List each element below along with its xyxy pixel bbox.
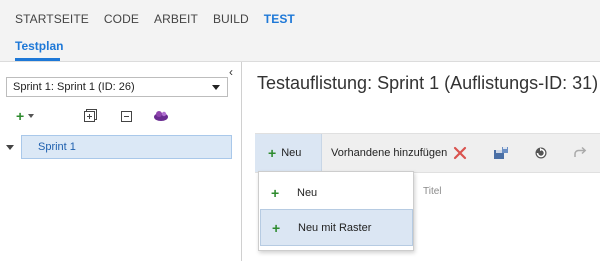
add-existing-button[interactable]: Vorhandene hinzufügen bbox=[331, 147, 447, 159]
tab-code[interactable]: CODE bbox=[104, 12, 139, 26]
chevron-down-icon bbox=[28, 114, 35, 118]
add-icon: + bbox=[16, 108, 25, 124]
tree-toolbar: + bbox=[0, 107, 240, 127]
collapse-all-icon bbox=[121, 110, 132, 122]
collapse-all-button[interactable] bbox=[121, 107, 132, 125]
column-header-title[interactable]: Titel bbox=[423, 186, 442, 197]
chevron-left-icon[interactable]: ‹ bbox=[229, 65, 233, 79]
sprint-select[interactable]: Sprint 1: Sprint 1 (ID: 26) bbox=[6, 77, 228, 97]
tab-arbeit[interactable]: ARBEIT bbox=[154, 12, 198, 26]
refresh-icon[interactable] bbox=[532, 144, 550, 162]
add-icon: + bbox=[271, 185, 280, 201]
expand-all-button[interactable] bbox=[84, 107, 95, 125]
menu-item-new[interactable]: + Neu bbox=[260, 175, 413, 212]
save-icon[interactable] bbox=[492, 144, 510, 162]
new-dropdown-menu: + Neu + Neu mit Raster bbox=[258, 171, 414, 251]
main-tabs: STARTSEITE CODE ARBEIT BUILD TEST bbox=[15, 12, 310, 26]
suite-options-button[interactable] bbox=[153, 107, 169, 125]
subtab-testplan[interactable]: Testplan bbox=[15, 39, 63, 53]
suite-options-icon bbox=[154, 111, 168, 121]
tree-node-label: Sprint 1 bbox=[38, 141, 76, 153]
tab-test[interactable]: TEST bbox=[264, 12, 295, 26]
add-icon: + bbox=[268, 145, 277, 161]
content-toolbar: + Neu Vorhandene hinzufügen bbox=[255, 133, 600, 173]
tree-node-sprint-1[interactable]: Sprint 1 bbox=[21, 135, 232, 159]
delete-icon[interactable] bbox=[451, 144, 469, 162]
sprint-select-value: Sprint 1: Sprint 1 (ID: 26) bbox=[13, 81, 135, 93]
redo-icon[interactable] bbox=[571, 144, 589, 162]
subtab-active-indicator bbox=[15, 58, 60, 61]
add-icon: + bbox=[272, 220, 281, 236]
page-title: Testauflistung: Sprint 1 (Auflistungs-ID… bbox=[257, 73, 599, 93]
new-button-label: Neu bbox=[281, 147, 302, 159]
top-navigation: STARTSEITE CODE ARBEIT BUILD TEST Testpl… bbox=[0, 0, 600, 62]
tab-build[interactable]: BUILD bbox=[213, 12, 249, 26]
tree-expander-icon[interactable] bbox=[6, 145, 14, 150]
expand-all-icon bbox=[84, 110, 95, 122]
menu-item-new-with-grid[interactable]: + Neu mit Raster bbox=[260, 209, 413, 246]
menu-item-label: Neu bbox=[297, 187, 318, 199]
new-button[interactable]: + Neu bbox=[255, 134, 322, 172]
chevron-down-icon bbox=[212, 85, 220, 90]
menu-item-label: Neu mit Raster bbox=[298, 222, 372, 234]
add-suite-button[interactable]: + bbox=[16, 107, 35, 125]
tab-startseite[interactable]: STARTSEITE bbox=[15, 12, 89, 26]
